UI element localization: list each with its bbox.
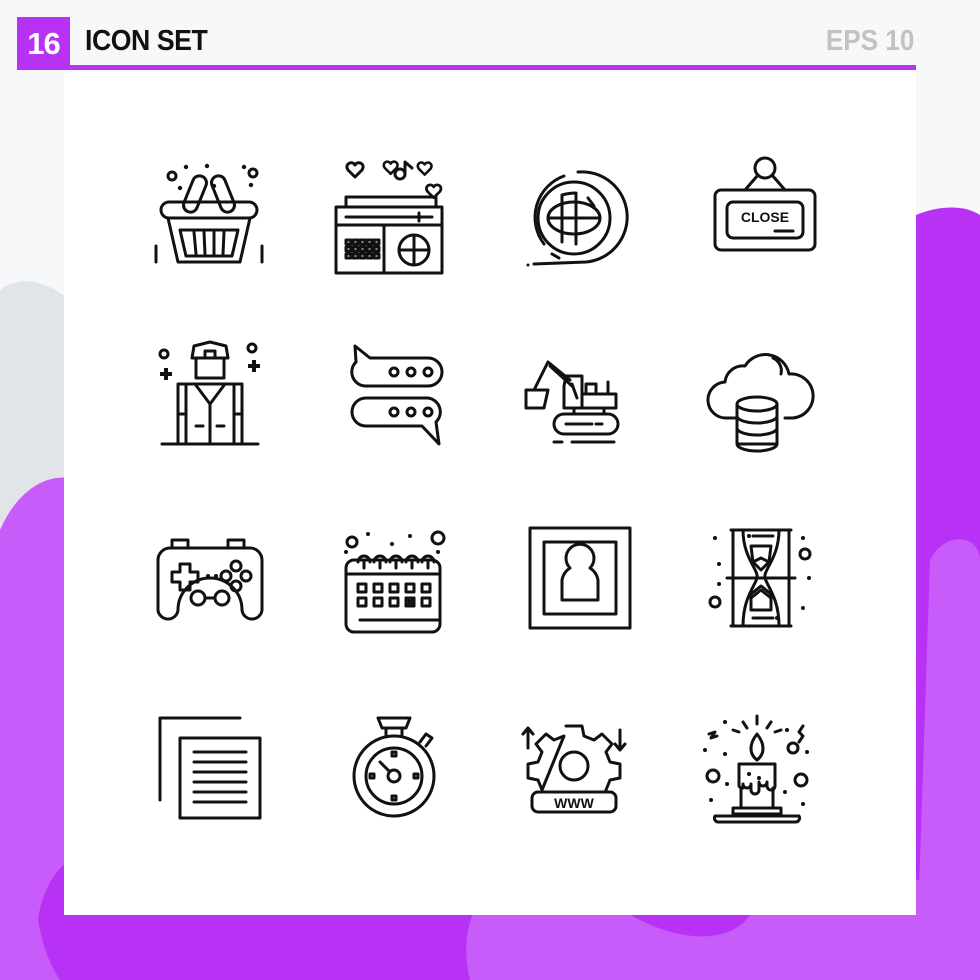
copy-document-icon (150, 704, 270, 824)
close-sign-label: CLOSE (741, 209, 789, 225)
soldier-uniform-icon (150, 334, 270, 454)
icon-grid: CLOSE WWW (64, 72, 916, 915)
count-badge: 16 (17, 17, 70, 70)
page-title: ICON SET (85, 25, 208, 57)
calendar-icon (332, 518, 452, 638)
candle-icon (697, 704, 817, 824)
www-label: WWW (554, 795, 594, 811)
header: 16 ICON SET EPS 10 (17, 17, 916, 70)
close-sign-icon: CLOSE (697, 150, 817, 270)
gamepad-icon (150, 518, 270, 638)
radio-music-icon (332, 150, 452, 275)
hourglass-icon (697, 518, 817, 638)
header-rule (70, 65, 916, 70)
web-settings-icon: WWW (514, 704, 634, 824)
format-label: EPS 10 (825, 25, 914, 57)
globe-icon (514, 150, 634, 270)
profile-frame-icon (514, 518, 634, 638)
excavator-icon (514, 334, 634, 454)
chat-bubbles-icon (332, 334, 452, 454)
shopping-basket-icon (150, 150, 270, 270)
cloud-database-icon (697, 334, 817, 454)
stopwatch-icon (332, 704, 452, 824)
